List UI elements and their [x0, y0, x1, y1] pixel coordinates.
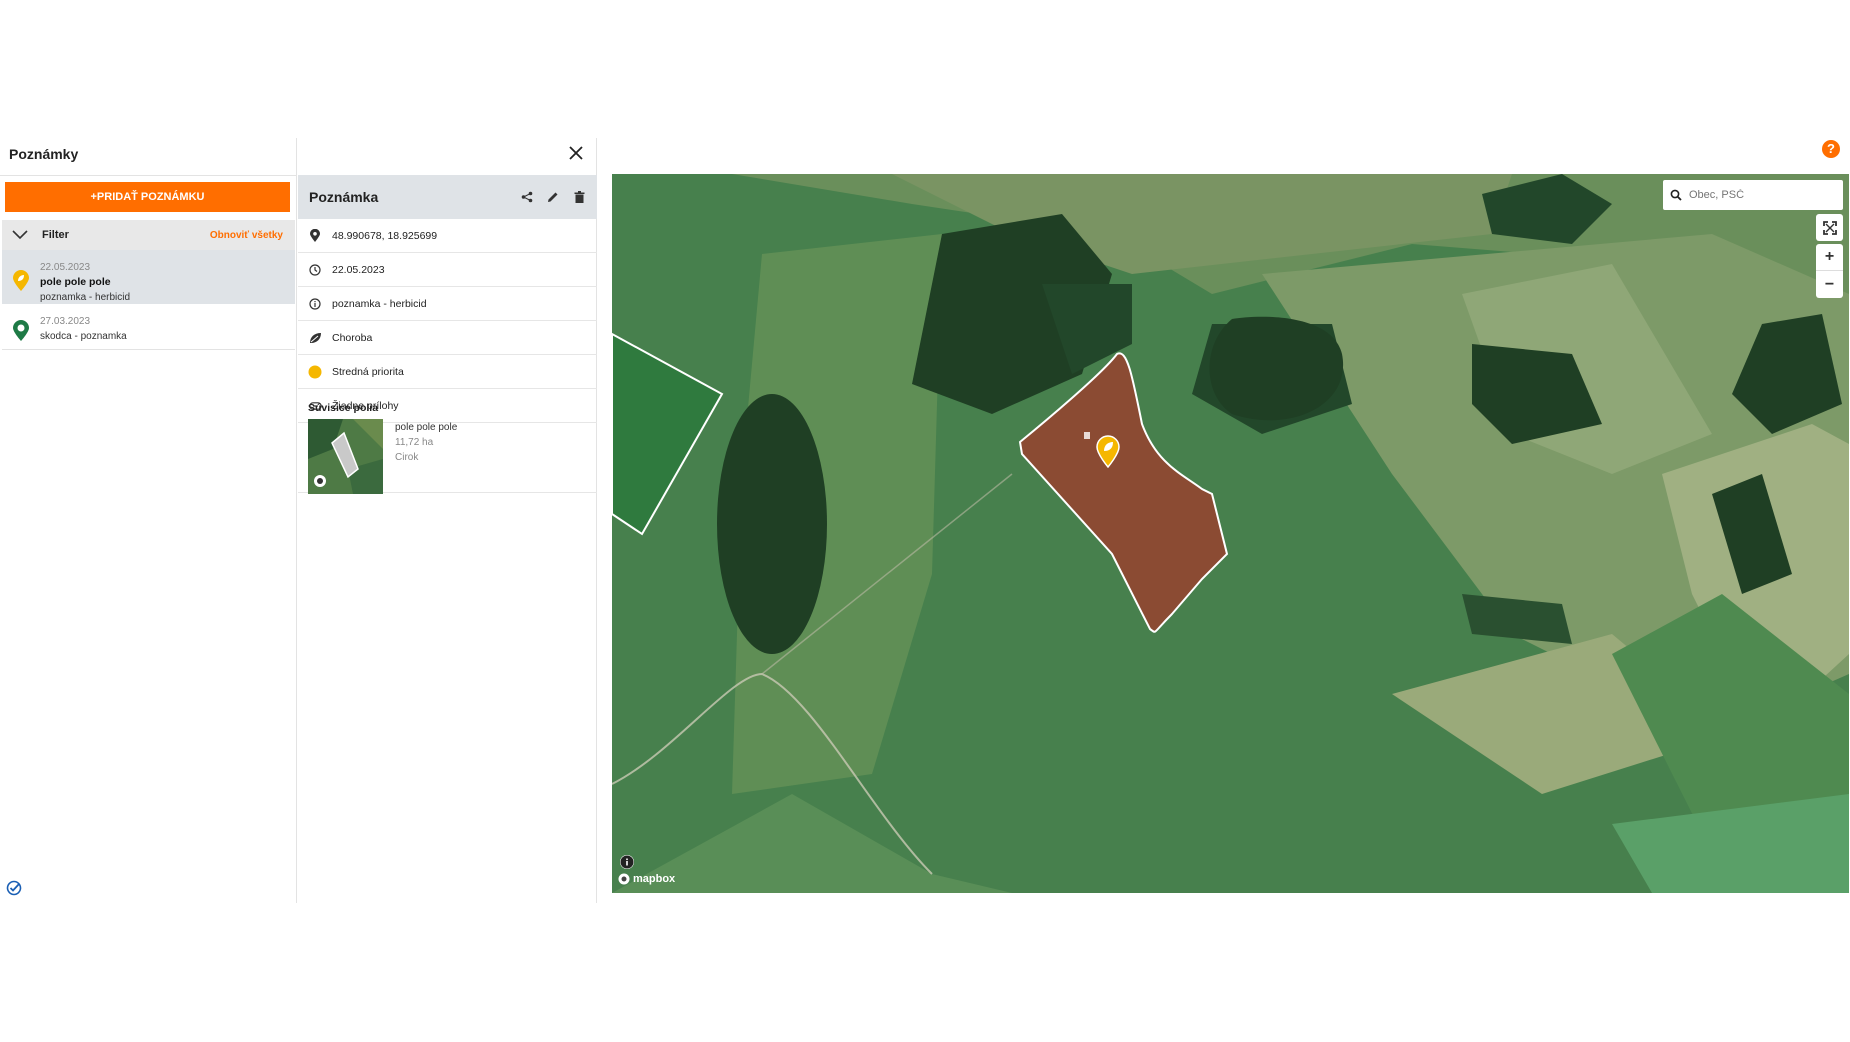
filter-toggle[interactable]: Filter Obnoviť všetky: [2, 220, 295, 250]
zoom-control: + −: [1816, 244, 1843, 298]
mapbox-icon: [618, 873, 630, 885]
detail-date: 22.05.2023: [332, 263, 385, 276]
help-icon[interactable]: ?: [1822, 140, 1840, 158]
fullscreen-icon[interactable]: [1816, 214, 1843, 241]
detail-note-type: poznamka - herbicid: [332, 297, 427, 310]
edit-pencil-icon[interactable]: [545, 189, 561, 205]
close-icon[interactable]: [566, 143, 586, 163]
location-pin-icon: [298, 229, 332, 242]
note-subtitle: skodca - poznamka: [40, 331, 127, 342]
detail-title: Poznámka: [309, 189, 379, 205]
detail-priority: Stredná priorita: [332, 365, 404, 378]
delete-trash-icon[interactable]: [571, 189, 587, 205]
detail-row-date: 22.05.2023: [298, 253, 597, 287]
mapbox-logo[interactable]: mapbox: [618, 873, 675, 885]
filter-reset-link[interactable]: Obnoviť všetky: [210, 230, 283, 241]
note-list-item[interactable]: 27.03.2023 skodca - poznamka: [2, 306, 295, 350]
verified-check-icon[interactable]: [6, 880, 22, 896]
fullscreen-control[interactable]: [1816, 214, 1843, 241]
note-subtitle: poznamka - herbicid: [40, 292, 131, 303]
detail-header: Poznámka: [298, 175, 597, 219]
zoom-in-button[interactable]: +: [1816, 244, 1843, 271]
detail-coordinates: 48.990678, 18.925699: [332, 229, 438, 242]
notes-panel: Poznámky +PRIDAŤ POZNÁMKU Filter Obnoviť…: [0, 138, 297, 903]
detail-row-priority: Stredná priorita: [298, 355, 597, 389]
note-pin-green-icon: [13, 320, 29, 341]
related-fields-section: Súvisice polia pole pole pole 11,72 ha C…: [298, 389, 597, 494]
map-search-box[interactable]: [1663, 180, 1843, 210]
detail-row-type: poznamka - herbicid: [298, 287, 597, 321]
note-pin-yellow-icon: [13, 270, 29, 291]
related-field-thumbnail[interactable]: [308, 419, 383, 494]
share-icon[interactable]: [519, 189, 535, 205]
info-icon: [298, 297, 332, 310]
related-field-info: pole pole pole 11,72 ha Cirok: [395, 420, 457, 465]
related-field-name: pole pole pole: [395, 422, 458, 433]
map-imagery: [612, 174, 1849, 893]
chevron-down-icon: [12, 230, 28, 240]
notes-panel-title: Poznámky: [0, 138, 296, 176]
priority-dot-icon: [298, 365, 332, 379]
detail-row-category: Choroba: [298, 321, 597, 355]
zoom-out-button[interactable]: −: [1816, 271, 1843, 298]
filter-label: Filter: [42, 229, 69, 241]
note-date: 22.05.2023: [40, 262, 91, 273]
note-title: pole pole pole: [40, 276, 111, 288]
search-icon: [1663, 189, 1689, 201]
clock-icon: [298, 263, 332, 276]
detail-row-location: 48.990678, 18.925699: [298, 219, 597, 253]
related-fields-title: Súvisice polia: [308, 402, 379, 414]
note-list-item[interactable]: 22.05.2023 pole pole pole poznamka - her…: [2, 250, 295, 304]
note-date: 27.03.2023: [40, 316, 91, 327]
app-root: Poznámky +PRIDAŤ POZNÁMKU Filter Obnoviť…: [0, 138, 1850, 903]
related-field-area: 11,72 ha: [395, 437, 434, 448]
map-search-input[interactable]: [1689, 189, 1829, 201]
satellite-map[interactable]: + − mapbox: [612, 174, 1849, 893]
related-field-crop: Cirok: [395, 452, 419, 463]
add-note-button[interactable]: +PRIDAŤ POZNÁMKU: [5, 182, 290, 212]
detail-category: Choroba: [332, 331, 373, 344]
note-detail-panel: Poznámka 48.990678, 18.925699 22.05.2023…: [298, 138, 597, 903]
map-info-icon[interactable]: [620, 855, 634, 869]
mapbox-attribution: mapbox: [633, 873, 676, 885]
leaf-disease-icon: [298, 332, 332, 344]
